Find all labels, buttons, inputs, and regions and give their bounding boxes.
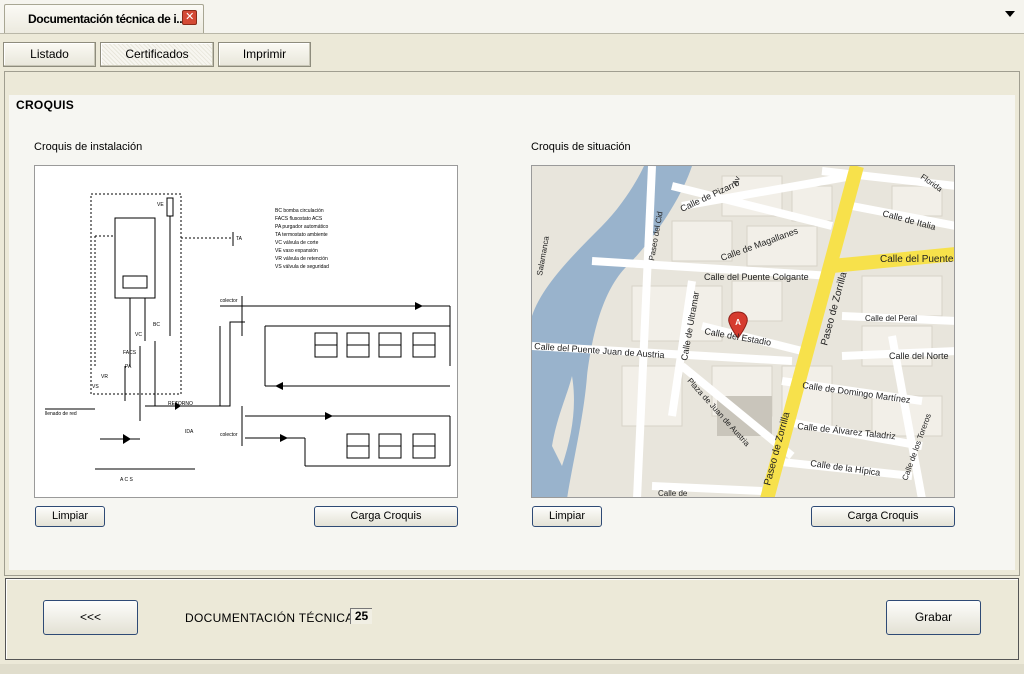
legend-line: BC bomba circulación — [275, 208, 324, 214]
legend-line: VE vaso expansión — [275, 248, 318, 254]
installation-sketch-label: Croquis de instalación — [34, 141, 143, 153]
save-button[interactable]: Grabar — [886, 600, 981, 635]
legend-line: FACS flusostato ACS — [275, 216, 323, 222]
status-strip — [0, 664, 1024, 674]
map-street-label: Calle del Puente — [880, 254, 954, 265]
label-colector: colector — [220, 298, 238, 304]
label-ve: VE — [157, 202, 164, 208]
label-acs: A C S — [120, 477, 133, 483]
footer-panel — [5, 578, 1019, 660]
legend-line: VR válvula de retención — [275, 256, 328, 262]
street-map: A Calle de Pizarro Calle de Magallanes C… — [532, 166, 954, 498]
tab-imprimir[interactable]: Imprimir — [218, 42, 311, 67]
map-street-label: Calle del Peral — [865, 314, 917, 323]
label-vs: VS — [92, 384, 99, 390]
label-ida: IDA — [185, 429, 194, 435]
label-bc: BC — [153, 322, 160, 328]
label-facs: FACS — [123, 350, 137, 356]
document-tab-title: Documentación técnica de i... — [28, 12, 183, 26]
section-title: CROQUIS — [16, 98, 75, 112]
label-vc: VC — [135, 332, 142, 338]
load-installation-sketch-button[interactable]: Carga Croquis — [314, 506, 458, 527]
tab-certificados[interactable]: Certificados — [100, 42, 214, 67]
tab-listado[interactable]: Listado — [3, 42, 96, 67]
clear-installation-button[interactable]: Limpiar — [35, 506, 105, 527]
map-street-label: Calle del Norte — [889, 351, 949, 361]
label-retorno: RETORNO — [168, 401, 193, 407]
label-llenado: llenado de red — [45, 411, 77, 417]
legend-line: PA purgador automático — [275, 224, 328, 230]
installation-sketch-image[interactable]: BC bomba circulación FACS flusostato ACS… — [34, 165, 458, 498]
clear-situation-button[interactable]: Limpiar — [532, 506, 602, 527]
document-tab[interactable]: Documentación técnica de i... ✕ — [4, 4, 204, 33]
load-situation-sketch-button[interactable]: Carga Croquis — [811, 506, 955, 527]
legend-line: VC válvula de corte — [275, 240, 319, 246]
page-number: 25 — [350, 608, 372, 624]
back-button[interactable]: <<< — [43, 600, 138, 635]
documentation-label: DOCUMENTACIÓN TÉCNICA — [185, 611, 354, 625]
map-marker-label: A — [735, 318, 741, 327]
document-tab-bar: Documentación técnica de i... ✕ — [0, 0, 1024, 34]
label-pa: PA — [125, 364, 132, 370]
label-vr: VR — [101, 374, 108, 380]
label-colector: colector — [220, 432, 238, 438]
close-icon[interactable]: ✕ — [182, 10, 197, 25]
situation-map-image[interactable]: A Calle de Pizarro Calle de Magallanes C… — [531, 165, 955, 498]
dropdown-arrow-icon[interactable] — [1005, 11, 1015, 17]
map-street-label: Calle de — [658, 489, 688, 498]
legend-line: TA termostato ambiente — [275, 232, 328, 238]
legend-line: VS válvula de seguridad — [275, 264, 329, 270]
map-street-label: Calle del Puente Colgante — [704, 272, 809, 282]
installation-diagram: BC bomba circulación FACS flusostato ACS… — [45, 193, 451, 483]
situation-sketch-label: Croquis de situación — [531, 141, 631, 153]
label-ta: TA — [236, 236, 243, 242]
